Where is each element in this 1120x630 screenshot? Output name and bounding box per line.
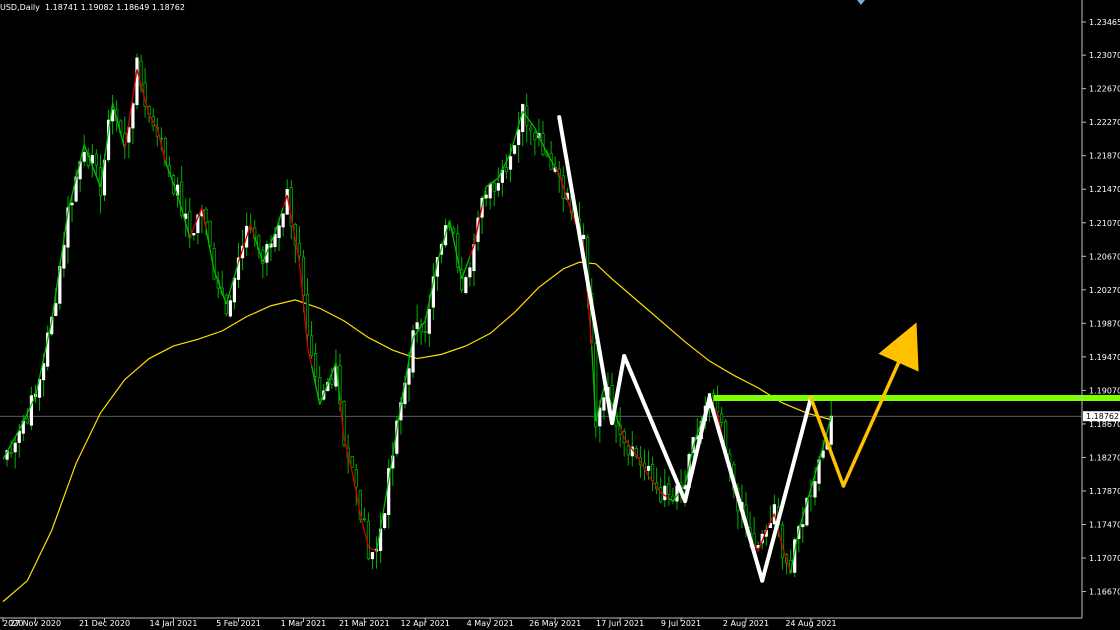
x-tick-label: 21 Dec 2020 xyxy=(79,619,130,628)
x-tick-label: 5 Feb 2021 xyxy=(216,619,261,628)
candle-body xyxy=(94,153,98,166)
candle-body xyxy=(415,322,419,329)
y-tick-label: 1.18270 xyxy=(1089,453,1120,462)
price-chart[interactable]: 1.23465 1.23070 1.22670 1.22270 1.21870 1.214… xyxy=(0,0,1120,630)
candle-body xyxy=(232,277,237,303)
candle-body xyxy=(492,182,496,193)
candle-body xyxy=(452,228,456,233)
x-tick-label: 14 Jan 2021 xyxy=(150,619,198,628)
candle-body xyxy=(330,378,334,385)
candle-body xyxy=(423,331,427,333)
y-tick-label: 1.17070 xyxy=(1089,554,1120,563)
candle-body xyxy=(9,452,13,454)
candle-body xyxy=(281,213,285,228)
x-tick-label: 2 Aug 2021 xyxy=(723,619,769,628)
candle-body xyxy=(42,363,46,381)
candle-body xyxy=(504,167,509,173)
candle-body xyxy=(13,442,17,453)
candle-body xyxy=(663,485,667,501)
candle-body xyxy=(468,267,472,278)
candle-body xyxy=(581,234,586,240)
candle-body xyxy=(305,293,310,336)
symbol-label: USD,Daily xyxy=(0,3,40,12)
candle-body xyxy=(659,487,663,502)
y-tick-label: 1.21470 xyxy=(1089,185,1120,194)
candle-body xyxy=(25,418,29,424)
y-tick-label: 1.20670 xyxy=(1089,252,1120,261)
candle-body xyxy=(646,465,651,471)
candle-body xyxy=(383,513,387,528)
candle-body xyxy=(17,430,21,443)
chart-header: USD,Daily 1.18741 1.19082 1.18649 1.1876… xyxy=(0,3,185,12)
y-tick-label: 1.22270 xyxy=(1089,118,1120,127)
candle-body xyxy=(427,308,431,334)
candle-body xyxy=(54,303,58,317)
y-tick-label: 1.21070 xyxy=(1089,219,1120,228)
y-tick-label: 1.17870 xyxy=(1089,487,1120,496)
candle-body xyxy=(488,183,492,199)
candle-body xyxy=(602,397,606,411)
y-tick-label: 1.18670 xyxy=(1089,420,1120,429)
candle-body xyxy=(809,495,813,497)
candle-body xyxy=(366,520,371,560)
y-tick-label: 1.21870 xyxy=(1089,152,1120,161)
candle-body xyxy=(354,469,358,488)
candle-body xyxy=(517,129,521,146)
candle-body xyxy=(801,524,805,528)
candle-body xyxy=(626,445,630,456)
candle-body xyxy=(720,413,724,423)
x-tick-label: 12 Apr 2021 xyxy=(401,619,450,628)
candle-body xyxy=(813,481,817,498)
y-tick-label: 1.19070 xyxy=(1089,386,1120,395)
candle-body xyxy=(192,233,196,236)
candle-body xyxy=(667,483,671,495)
candle-body xyxy=(135,57,139,106)
candle-body xyxy=(309,335,314,356)
y-tick-label: 1.23465 xyxy=(1089,18,1120,27)
x-tick-label: 27 Nov 2020 xyxy=(10,619,61,628)
x-tick-label: 24 Aug 2021 xyxy=(785,619,836,628)
y-tick-label: 1.23070 xyxy=(1089,51,1120,60)
candle-body xyxy=(70,202,74,206)
candle-body xyxy=(370,552,375,560)
y-tick-label: 1.19470 xyxy=(1089,353,1120,362)
candle-body xyxy=(464,277,468,294)
candle-body xyxy=(131,103,135,129)
y-tick-label: 1.16670 xyxy=(1089,588,1120,597)
candle-body xyxy=(508,156,513,170)
x-tick-label: 26 May 2021 xyxy=(529,619,581,628)
y-tick-label: 1.17470 xyxy=(1089,521,1120,530)
candle-body xyxy=(512,145,517,154)
plot-background xyxy=(0,0,1120,630)
y-tick-label: 1.22670 xyxy=(1089,85,1120,94)
x-tick-label: 9 Jul 2021 xyxy=(661,619,701,628)
candle-body xyxy=(362,518,366,521)
candle-body xyxy=(521,104,525,133)
last-price-label: 1.18762 xyxy=(1086,412,1119,421)
y-tick-label: 1.19870 xyxy=(1089,319,1120,328)
candle-body xyxy=(204,208,208,223)
candle-body xyxy=(314,353,318,378)
candle-body xyxy=(224,294,228,315)
candle-body xyxy=(228,300,232,317)
candle-body xyxy=(529,127,533,131)
candle-body xyxy=(82,152,86,162)
x-tick-label: 21 Mar 2021 xyxy=(339,619,390,628)
candle-body xyxy=(496,183,500,191)
candle-body xyxy=(533,132,537,141)
candle-body xyxy=(318,377,322,400)
candle-body xyxy=(407,368,411,385)
candle-body xyxy=(277,225,281,238)
x-tick-label: 1 Mar 2021 xyxy=(281,619,327,628)
candle-body xyxy=(821,450,825,458)
candle-body xyxy=(484,194,488,199)
candle-body xyxy=(756,545,760,548)
x-tick-label: 4 May 2021 xyxy=(467,619,514,628)
candle-body xyxy=(651,463,655,482)
x-tick-label: 17 Jun 2021 xyxy=(596,619,644,628)
ohlc-values: 1.18741 1.19082 1.18649 1.18762 xyxy=(44,3,185,12)
candle-body xyxy=(29,395,34,426)
y-tick-label: 1.20270 xyxy=(1089,286,1120,295)
